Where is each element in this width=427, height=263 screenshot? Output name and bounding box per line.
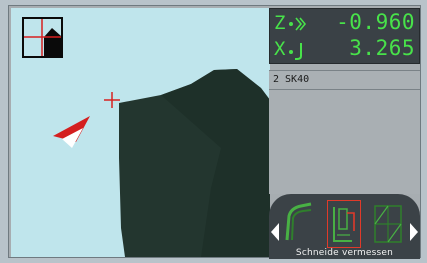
tool-profile-icon bbox=[285, 202, 312, 241]
coordinate-display: Z -0.960 X 3.265 bbox=[269, 8, 420, 64]
softkey-bar: Schneide vermessen bbox=[269, 194, 420, 259]
tool-info-line: 2 SK40 bbox=[269, 70, 420, 90]
caliper-measure-button[interactable] bbox=[327, 200, 361, 248]
measurement-screen: Z -0.960 X 3.265 2 SK40 Schneide vermess… bbox=[8, 5, 421, 259]
tool-profile-button[interactable] bbox=[283, 200, 315, 246]
scroll-right-icon[interactable] bbox=[409, 222, 419, 242]
view-toggle-button[interactable] bbox=[22, 17, 63, 58]
info-area bbox=[269, 90, 420, 194]
tool-name: 2 SK40 bbox=[273, 74, 310, 85]
z-axis-direction-icon bbox=[289, 17, 307, 31]
z-axis-label: Z bbox=[274, 12, 286, 34]
caliper-measure-icon bbox=[333, 207, 355, 242]
z-coordinate-row: Z -0.960 bbox=[270, 10, 421, 37]
view-orientation-icon bbox=[24, 19, 61, 56]
x-axis-direction-icon bbox=[289, 43, 302, 60]
x-coordinate-value: 3.265 bbox=[349, 36, 415, 60]
grid-view-icon bbox=[374, 205, 402, 243]
x-axis-label: X bbox=[274, 38, 286, 60]
x-coordinate-row: X 3.265 bbox=[270, 36, 421, 63]
camera-viewport bbox=[11, 8, 270, 257]
grid-view-button[interactable] bbox=[372, 200, 404, 246]
z-coordinate-value: -0.960 bbox=[336, 10, 415, 34]
scroll-left-icon[interactable] bbox=[270, 222, 280, 242]
softkey-label: Schneide vermessen bbox=[295, 248, 394, 258]
